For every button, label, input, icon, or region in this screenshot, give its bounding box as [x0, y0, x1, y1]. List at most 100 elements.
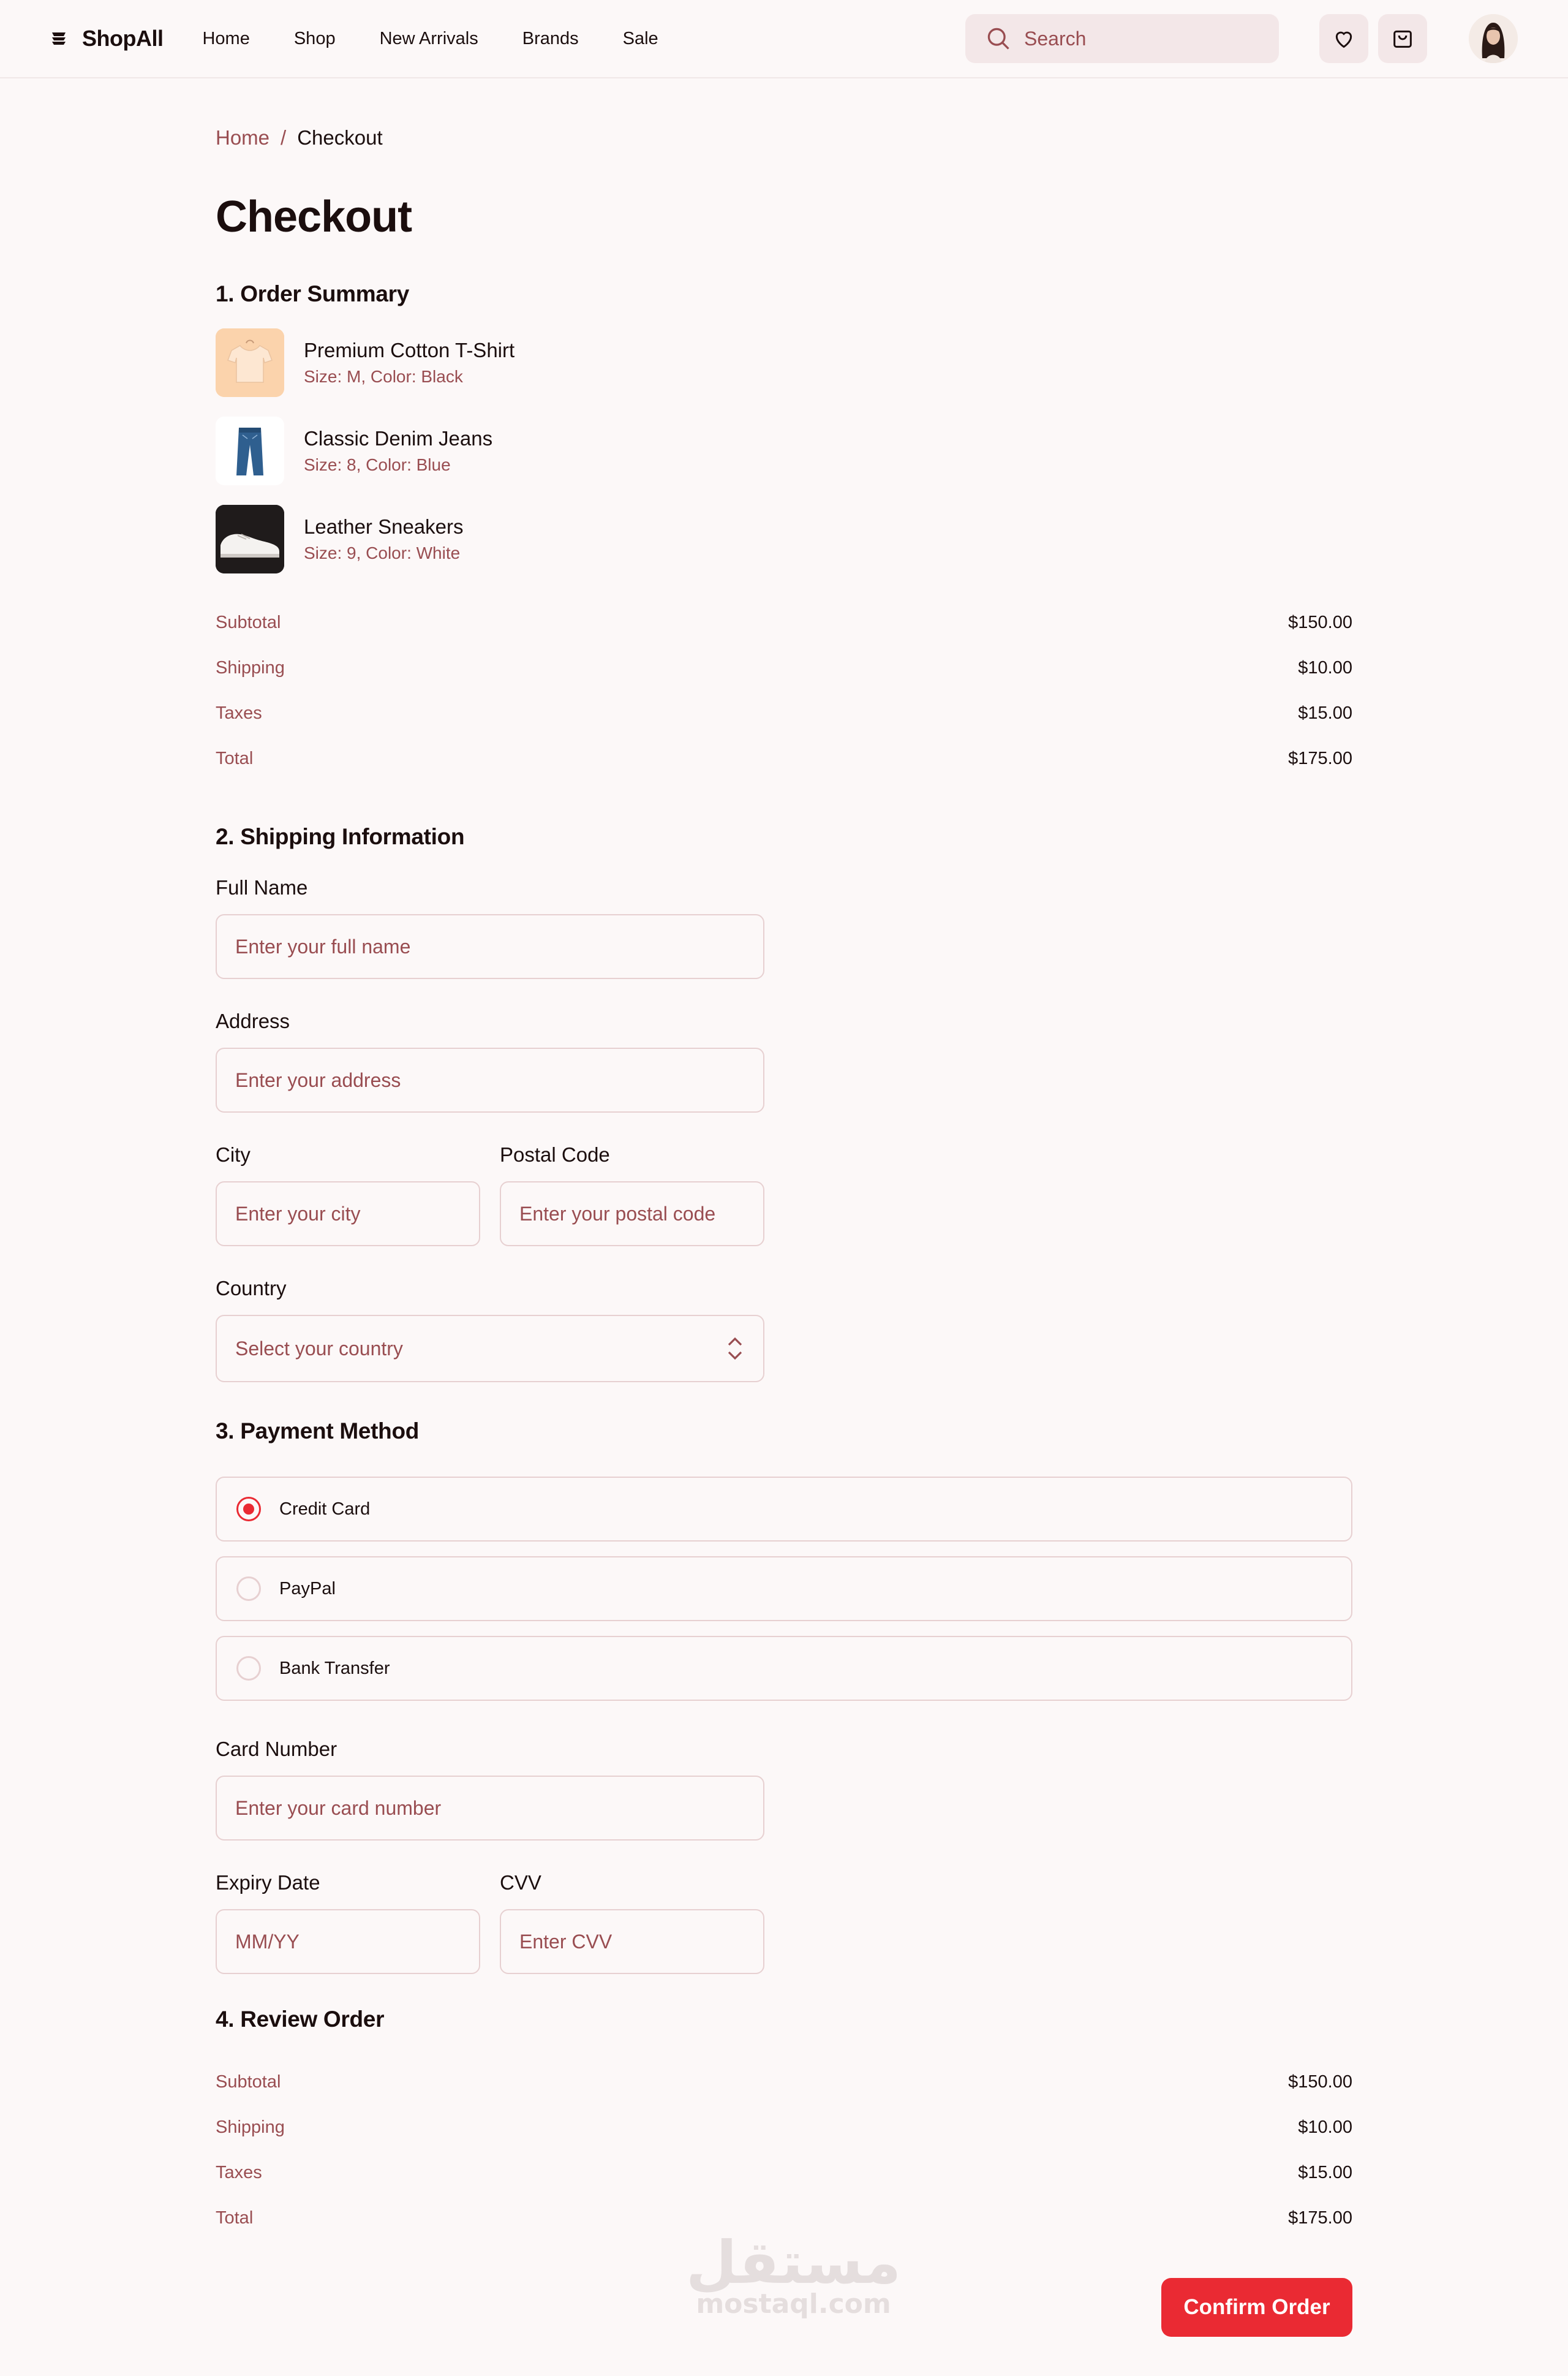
jeans-thumbnail: [216, 417, 284, 485]
payment-option-label: Bank Transfer: [279, 1658, 390, 1678]
review-row-total: Total $175.00: [216, 2208, 1352, 2228]
wishlist-button[interactable]: [1319, 14, 1368, 63]
shopping-bag-icon: [1393, 30, 1412, 48]
breadcrumb-separator: /: [281, 126, 287, 149]
city-label: City: [216, 1143, 251, 1166]
radio-selected-icon[interactable]: [236, 1497, 261, 1521]
city-input[interactable]: [216, 1181, 480, 1246]
order-item-meta: Size: 8, Color: Blue: [304, 455, 451, 474]
card-number-label: Card Number: [216, 1738, 337, 1760]
order-item-info: Premium Cotton T-Shirt Size: M, Color: B…: [304, 339, 514, 387]
brand-logo[interactable]: ShopAll: [50, 26, 164, 51]
address-input[interactable]: [216, 1048, 764, 1113]
sneakers-thumbnail: [216, 505, 284, 573]
cvv-input[interactable]: [500, 1909, 764, 1974]
order-item-info: Classic Denim Jeans Size: 8, Color: Blue: [304, 427, 492, 475]
page-title: Checkout: [216, 192, 412, 241]
confirm-order-button[interactable]: Confirm Order: [1161, 2278, 1352, 2337]
summary-label: Subtotal: [216, 2072, 281, 2092]
order-item-meta: Size: 9, Color: White: [304, 543, 461, 562]
user-avatar-image: [1469, 14, 1518, 63]
nav-home-link[interactable]: Home: [202, 29, 249, 49]
order-item-name: Premium Cotton T-Shirt: [304, 339, 515, 361]
radio-unselected-icon[interactable]: [236, 1576, 261, 1601]
summary-label: Shipping: [216, 658, 285, 678]
summary-row-total: Total $175.00: [216, 749, 1352, 769]
breadcrumb: Home / Checkout: [216, 126, 383, 149]
summary-label: Total: [216, 2208, 254, 2228]
breadcrumb-home-link[interactable]: Home: [216, 126, 270, 149]
review-row-shipping: Shipping $10.00: [216, 2117, 1352, 2138]
user-avatar[interactable]: [1469, 14, 1518, 63]
expiry-date-input[interactable]: [216, 1909, 480, 1974]
jeans-image: [216, 417, 284, 485]
summary-value: $15.00: [1298, 2163, 1352, 2182]
payment-option-paypal[interactable]: PayPal: [216, 1556, 1352, 1621]
review-title: 4. Review Order: [216, 2007, 385, 2032]
tshirt-thumbnail: [216, 328, 284, 397]
order-item-meta: Size: M, Color: Black: [304, 367, 463, 386]
order-item-info: Leather Sneakers Size: 9, Color: White: [304, 515, 464, 563]
summary-label: Total: [216, 749, 254, 768]
order-item-name: Classic Denim Jeans: [304, 427, 493, 450]
country-select[interactable]: Select your country: [216, 1315, 764, 1382]
header-actions: [965, 14, 1518, 63]
postal-code-label: Postal Code: [500, 1143, 610, 1166]
summary-label: Subtotal: [216, 613, 281, 632]
full-name-label: Full Name: [216, 876, 308, 899]
summary-row-shipping: Shipping $10.00: [216, 658, 1352, 678]
summary-row-taxes: Taxes $15.00: [216, 703, 1352, 724]
summary-value: $15.00: [1298, 703, 1352, 723]
summary-label: Taxes: [216, 703, 262, 723]
order-item: Premium Cotton T-Shirt Size: M, Color: B…: [216, 328, 514, 397]
payment-option-bank-transfer[interactable]: Bank Transfer: [216, 1636, 1352, 1701]
country-select-value: Select your country: [235, 1337, 403, 1360]
summary-value: $175.00: [1288, 2208, 1352, 2228]
order-summary-title: 1. Order Summary: [216, 281, 410, 306]
summary-value: $10.00: [1298, 658, 1352, 678]
summary-value: $175.00: [1288, 749, 1352, 768]
summary-row-subtotal: Subtotal $150.00: [216, 613, 1352, 633]
breadcrumb-current: Checkout: [297, 126, 383, 149]
nav-new-arrivals-link[interactable]: New Arrivals: [380, 29, 478, 49]
radio-unselected-icon[interactable]: [236, 1656, 261, 1681]
review-row-taxes: Taxes $15.00: [216, 2163, 1352, 2183]
summary-value: $150.00: [1288, 613, 1352, 632]
summary-value: $10.00: [1298, 2117, 1352, 2137]
watermark-latin: mostaql.com: [696, 2288, 891, 2320]
brand-name: ShopAll: [82, 26, 164, 51]
watermark-arabic: مستقل: [686, 2228, 902, 2297]
expiry-date-label: Expiry Date: [216, 1871, 320, 1894]
payment-option-credit-card[interactable]: Credit Card: [216, 1477, 1352, 1542]
postal-code-input[interactable]: [500, 1181, 764, 1246]
nav-shop-link[interactable]: Shop: [294, 29, 336, 49]
payment-option-label: PayPal: [279, 1578, 336, 1599]
sneakers-image: [216, 505, 284, 573]
country-label: Country: [216, 1277, 287, 1300]
review-row-subtotal: Subtotal $150.00: [216, 2072, 1352, 2092]
payment-option-label: Credit Card: [279, 1499, 371, 1519]
card-number-input[interactable]: [216, 1776, 764, 1841]
chevron-up-down-icon: [728, 1337, 742, 1360]
summary-label: Taxes: [216, 2163, 262, 2182]
main-nav: Home Shop New Arrivals Brands Sale: [202, 29, 658, 49]
nav-sale-link[interactable]: Sale: [623, 29, 658, 49]
search-box[interactable]: [965, 14, 1279, 63]
payment-title: 3. Payment Method: [216, 1418, 420, 1443]
cart-button[interactable]: [1378, 14, 1427, 63]
watermark: مستقل mostaql.com: [686, 2233, 901, 2320]
search-input[interactable]: [1024, 27, 1257, 50]
order-item: Classic Denim Jeans Size: 8, Color: Blue: [216, 417, 492, 485]
top-navbar: ShopAll Home Shop New Arrivals Brands Sa…: [0, 0, 1568, 78]
tshirt-image: [216, 328, 284, 397]
order-item-name: Leather Sneakers: [304, 515, 464, 538]
nav-brands-link[interactable]: Brands: [522, 29, 579, 49]
summary-value: $150.00: [1288, 2072, 1352, 2092]
address-label: Address: [216, 1010, 290, 1032]
order-item: Leather Sneakers Size: 9, Color: White: [216, 505, 464, 573]
shipping-title: 2. Shipping Information: [216, 824, 465, 849]
full-name-input[interactable]: [216, 914, 764, 979]
heart-icon: [1335, 31, 1352, 48]
summary-label: Shipping: [216, 2117, 285, 2137]
cvv-label: CVV: [500, 1871, 541, 1894]
